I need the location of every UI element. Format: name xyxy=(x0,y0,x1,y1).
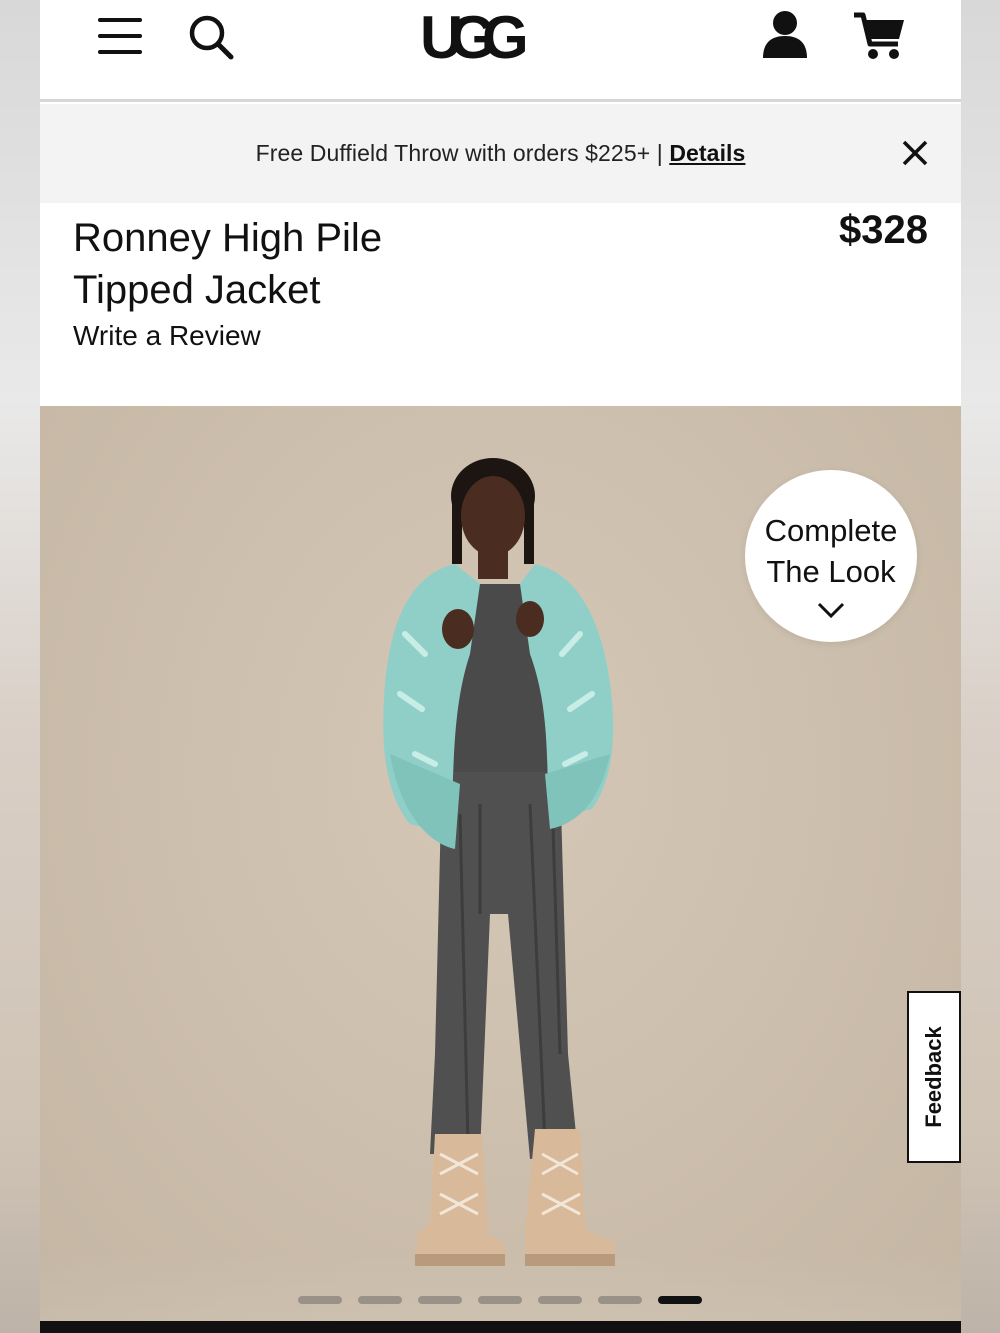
right-gutter xyxy=(960,0,1000,1333)
search-icon[interactable] xyxy=(186,12,236,62)
promo-message: Free Duffield Throw with orders $225+ | xyxy=(255,140,670,166)
product-price: $328 xyxy=(839,208,928,252)
feedback-label: Feedback xyxy=(921,1026,946,1128)
chevron-down-icon xyxy=(817,602,845,619)
carousel-dot[interactable] xyxy=(478,1296,522,1304)
product-page: UGG Free Duffield Throw with orders $225… xyxy=(40,0,961,1333)
logo-text: UGG xyxy=(420,4,525,71)
promo-details-link[interactable]: Details xyxy=(669,140,745,166)
complete-the-look-button[interactable]: Complete The Look xyxy=(745,470,917,642)
carousel-dot[interactable] xyxy=(358,1296,402,1304)
cart-icon[interactable] xyxy=(852,10,908,62)
product-image-carousel[interactable]: Complete The Look Feedback xyxy=(40,406,961,1321)
product-title-line1: Ronney High Pile xyxy=(73,216,383,260)
write-review-link[interactable]: Write a Review xyxy=(73,320,261,352)
complete-the-look-label: Complete The Look xyxy=(745,510,917,592)
complete-look-line2: The Look xyxy=(766,554,896,589)
model-photo xyxy=(383,458,615,1266)
ugg-logo[interactable]: UGG xyxy=(418,0,578,80)
site-header: UGG xyxy=(40,0,961,102)
left-gutter xyxy=(0,0,40,1333)
product-title-line2: Tipped Jacket xyxy=(73,268,321,312)
carousel-dot[interactable] xyxy=(598,1296,642,1304)
carousel-dot[interactable] xyxy=(538,1296,582,1304)
close-icon[interactable] xyxy=(900,138,930,168)
promo-banner: Free Duffield Throw with orders $225+ | … xyxy=(40,104,961,203)
carousel-dot-active[interactable] xyxy=(658,1296,702,1304)
carousel-dot[interactable] xyxy=(298,1296,342,1304)
hamburger-menu-icon[interactable] xyxy=(98,16,144,56)
carousel-dot[interactable] xyxy=(418,1296,462,1304)
product-title: Ronney High Pile Tipped Jacket xyxy=(73,212,593,316)
account-icon[interactable] xyxy=(760,8,810,60)
bottom-bar xyxy=(40,1321,961,1333)
feedback-tab[interactable]: Feedback xyxy=(907,991,961,1163)
promo-text: Free Duffield Throw with orders $225+ | … xyxy=(40,140,961,167)
complete-look-line1: Complete xyxy=(764,513,898,548)
